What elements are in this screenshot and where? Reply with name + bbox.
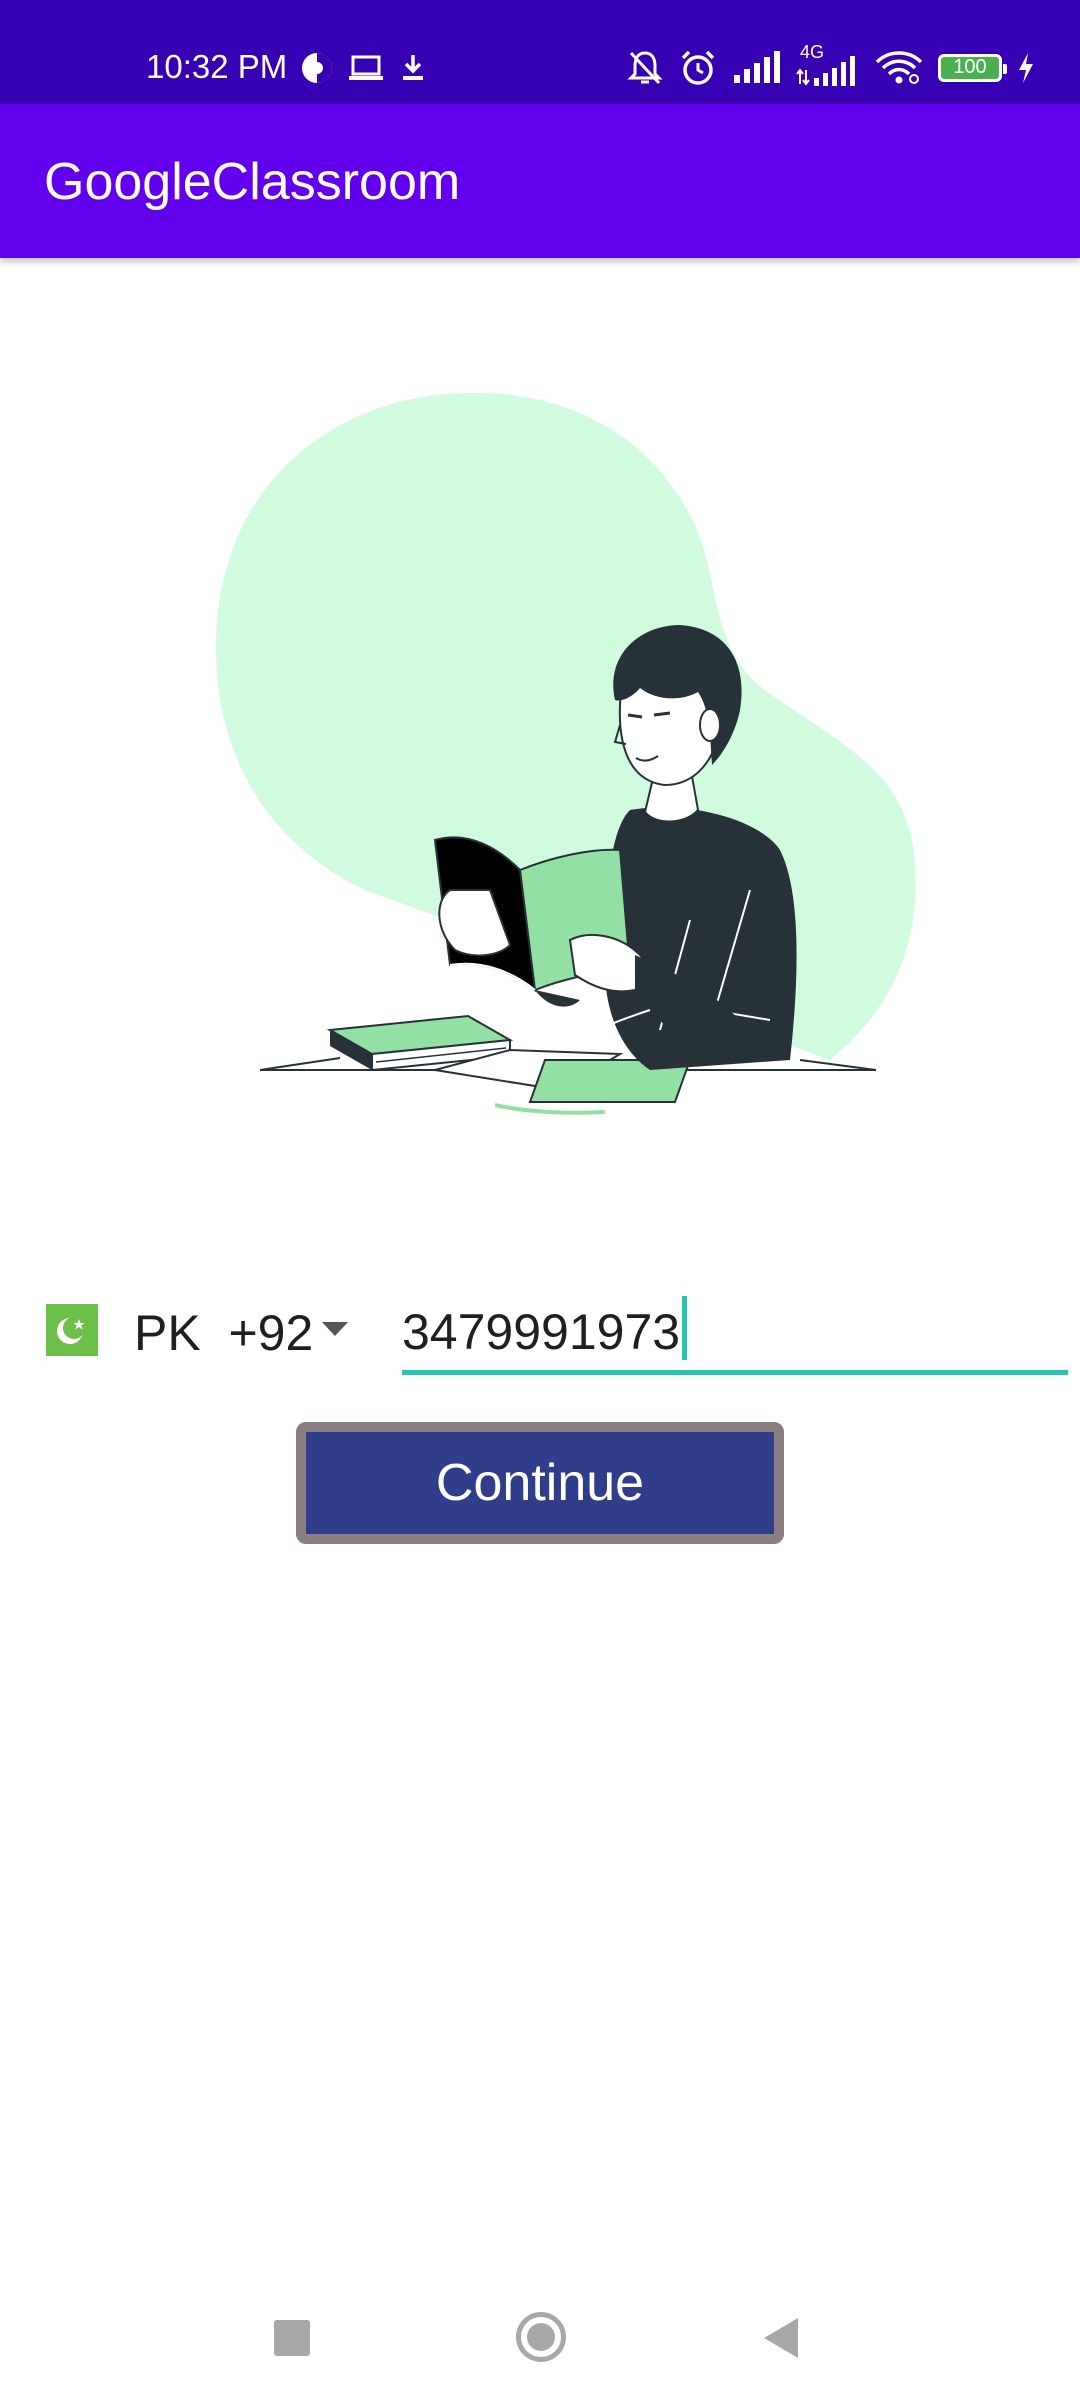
status-bar: 10:32 PM 4G 100 [0, 0, 1080, 104]
home-icon[interactable] [516, 2312, 566, 2362]
download-icon [398, 52, 428, 84]
recents-icon[interactable] [274, 2320, 310, 2356]
data-saver-icon [300, 51, 334, 85]
person-reading-book-illustration [150, 370, 930, 1140]
battery-icon: 100 [938, 54, 1007, 82]
battery-level: 100 [953, 56, 987, 78]
app-title: GoogleClassroom [44, 153, 461, 211]
4g-signal-icon: 4G [796, 42, 860, 88]
app-bar: GoogleClassroom [0, 104, 1080, 258]
signal-icon [732, 51, 782, 85]
phone-number-input[interactable] [402, 1294, 1068, 1375]
alarm-icon [678, 48, 718, 88]
status-left-icons [300, 46, 428, 90]
continue-button[interactable]: Continue [296, 1422, 784, 1544]
status-time: 10:32 PM [146, 48, 288, 85]
status-right-icons: 4G 100 [626, 42, 1036, 92]
chevron-down-icon[interactable] [322, 1322, 348, 1336]
charging-icon [1016, 52, 1036, 84]
wifi-icon [874, 49, 924, 87]
navigation-bar [0, 2280, 1080, 2400]
back-icon[interactable] [764, 2318, 798, 2358]
silent-bell-icon [626, 48, 664, 88]
laptop-icon [348, 53, 384, 83]
country-code-selector[interactable]: PK +92 [134, 1304, 313, 1362]
pakistan-flag-icon[interactable] [46, 1304, 98, 1356]
phone-input-row: PK +92 [0, 1280, 1080, 1400]
text-cursor [682, 1296, 687, 1360]
